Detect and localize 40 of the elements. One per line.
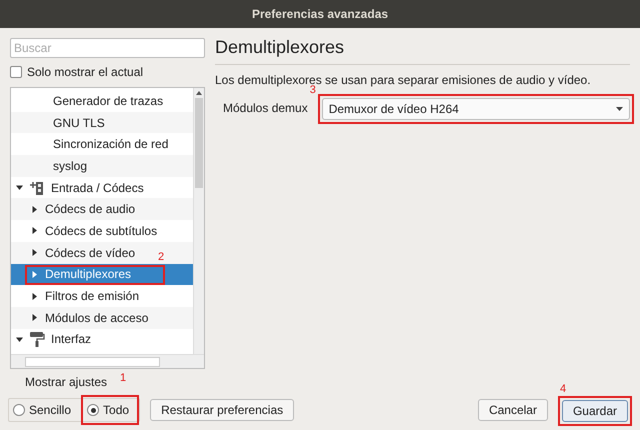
- category-label: Entrada / Códecs: [51, 180, 144, 197]
- dropdown-arrow-icon: [616, 107, 623, 111]
- search-field[interactable]: Buscar: [10, 38, 205, 58]
- radio-label: Sencillo: [29, 402, 72, 419]
- checkbox[interactable]: [10, 66, 22, 78]
- expand-arrow-icon[interactable]: [31, 206, 38, 213]
- page-heading: Demultiplexores: [215, 36, 346, 58]
- paint-roller-icon: [29, 331, 45, 348]
- checkbox-label: Solo mostrar el actual: [27, 64, 144, 81]
- tree-item[interactable]: Módulos de acceso: [11, 306, 193, 329]
- description: Los demultiplexores se usan para separar emisiones de audio y vídeo.: [215, 72, 592, 87]
- tree-item[interactable]: GNU TLS: [11, 112, 193, 134]
- annotation-number: 1: [120, 373, 126, 384]
- radio-button[interactable]: [87, 404, 100, 416]
- module-dropdown[interactable]: Demuxor de vídeo H264: [322, 98, 630, 120]
- settings-mode-label: Mostrar ajustes: [25, 375, 108, 389]
- category-label: Interfaz: [51, 331, 92, 348]
- expand-arrow-icon[interactable]: [31, 227, 38, 234]
- tree-item[interactable]: Códecs de audio: [11, 198, 193, 220]
- expand-arrow-icon[interactable]: [31, 292, 38, 300]
- expand-arrow-icon[interactable]: [31, 249, 38, 256]
- collapse-arrow-icon[interactable]: [16, 336, 23, 343]
- dialog-button[interactable]: Restaurar preferencias: [150, 399, 294, 421]
- radio-label: Todo: [103, 402, 130, 419]
- annotation-number: 4: [560, 384, 566, 395]
- setting-label: Módulos demux: [223, 100, 308, 116]
- horizontal-scrollbar[interactable]: [11, 354, 204, 368]
- annotation-number: 3: [310, 85, 316, 96]
- scroll-up-icon[interactable]: [196, 91, 202, 95]
- scrollbar-thumb[interactable]: [25, 356, 160, 366]
- dialog-button[interactable]: Cancelar: [478, 399, 548, 421]
- radio-button[interactable]: [13, 404, 25, 416]
- scrollbar-thumb[interactable]: [195, 98, 203, 188]
- window-title: Preferencias avanzadas: [252, 6, 388, 23]
- collapse-arrow-icon[interactable]: [16, 184, 23, 192]
- vertical-scrollbar[interactable]: [193, 88, 204, 354]
- tree-item[interactable]: syslog: [11, 155, 193, 177]
- expand-arrow-icon[interactable]: [31, 314, 38, 322]
- dialog-button[interactable]: Guardar: [562, 400, 628, 422]
- annotation-number: 2: [158, 252, 164, 262]
